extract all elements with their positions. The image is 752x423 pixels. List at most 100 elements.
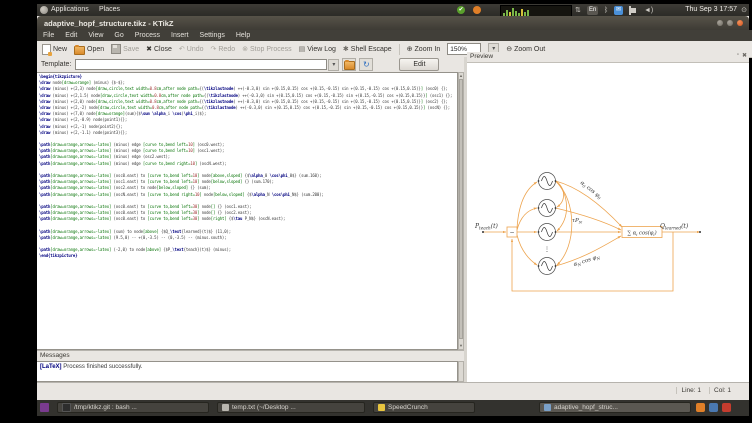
desktop-top-panel: Applications Places ✔ ⇅ En ᛒ ✉ ◄) Thu Se… xyxy=(37,4,749,16)
update-check-icon[interactable]: ✔ xyxy=(457,6,465,14)
undo-button[interactable]: ↶Undo xyxy=(179,45,204,53)
shell-escape-button[interactable]: ✱Shell Escape xyxy=(343,45,392,53)
alpha0-label: α0 cos φ0 xyxy=(579,180,603,201)
maximize-button[interactable] xyxy=(727,20,733,26)
code-line: \end{tikzpicture} xyxy=(39,253,457,259)
battery-icon[interactable] xyxy=(629,6,631,15)
places-menu[interactable]: Places xyxy=(99,6,120,13)
show-desktop-icon[interactable] xyxy=(40,403,49,412)
taskbar-window-textfile[interactable]: temp.txt (~/Desktop ... xyxy=(217,402,365,413)
dock-close-icon[interactable]: ✖ xyxy=(742,52,747,59)
save-button[interactable]: Save xyxy=(111,44,139,54)
redo-button[interactable]: ↷Redo xyxy=(211,45,236,53)
text-editor-icon xyxy=(222,404,229,411)
q-learned-label: Qlearned(t) xyxy=(660,223,689,230)
menu-insert[interactable]: Insert xyxy=(171,32,189,39)
distributor-logo-icon[interactable] xyxy=(40,6,48,14)
bottom-taskbar: /tmp/ktikz.git : bash ... temp.txt (~/De… xyxy=(37,400,749,416)
desktop: Applications Places ✔ ⇅ En ᛒ ✉ ◄) Thu Se… xyxy=(37,4,749,416)
taskbar-window-speedcrunch[interactable]: SpeedCrunch xyxy=(373,402,475,413)
menubar: File Edit View Go Process Insert Setting… xyxy=(37,30,752,41)
stop-process-icon: ⊗ xyxy=(242,45,248,53)
bluetooth-icon[interactable]: ᛒ xyxy=(604,6,608,15)
template-edit-button[interactable]: Edit xyxy=(399,58,439,71)
preview-dock: Preview ▫ ✖ xyxy=(467,52,749,382)
shell-escape-icon: ✱ xyxy=(343,45,349,53)
stop-process-button[interactable]: ⊗Stop Process xyxy=(242,45,292,53)
sum-node: ∑ αi cos(φi) xyxy=(622,227,662,238)
tray-red-icon[interactable] xyxy=(722,403,731,412)
redo-icon: ↷ xyxy=(211,45,217,53)
menu-process[interactable]: Process xyxy=(135,32,160,39)
template-label: Template: xyxy=(41,61,71,68)
zoom-in-button[interactable]: ⊕Zoom In xyxy=(407,45,441,53)
tikz-diagram: − ∑ αi cos(φi) xyxy=(467,63,749,363)
menu-view[interactable]: View xyxy=(88,32,103,39)
code-editor[interactable]: \begin{tikzpicture}\draw node[draw=orang… xyxy=(37,72,458,350)
alphaN-label: αN cos φN xyxy=(573,254,601,269)
log-prefix: [LaTeX] xyxy=(40,364,62,370)
zoom-in-icon: ⊕ xyxy=(407,45,413,53)
save-icon xyxy=(111,44,121,54)
messages-title: Messages xyxy=(40,352,70,359)
preview-title: Preview xyxy=(470,53,493,60)
vertical-dots-label: ⋮ xyxy=(544,246,550,253)
taskbar-window-terminal[interactable]: /tmp/ktikz.git : bash ... xyxy=(57,402,209,413)
new-button[interactable]: New xyxy=(42,44,67,55)
folder-icon xyxy=(344,61,355,70)
close-file-button[interactable]: ✖Close xyxy=(146,45,172,53)
ubuntu-one-icon[interactable] xyxy=(473,6,481,14)
statusbar: Line: 1 Col: 1 xyxy=(37,382,749,401)
keyboard-layout-indicator[interactable]: En xyxy=(587,6,598,15)
session-power-icon[interactable]: ⊙ xyxy=(741,6,747,14)
status-line-indicator: Line: 1 xyxy=(676,387,705,394)
menu-edit[interactable]: Edit xyxy=(65,32,77,39)
editor-scrollbar-thumb[interactable] xyxy=(459,79,463,339)
open-folder-icon xyxy=(74,46,85,55)
screenshot-root: Applications Places ✔ ⇅ En ᛒ ✉ ◄) Thu Se… xyxy=(0,0,752,423)
taskbar-tray xyxy=(696,403,731,412)
volume-icon[interactable]: ◄) xyxy=(644,6,653,15)
template-row: Template: ▾ ↻ Edit xyxy=(37,57,464,72)
taskbar-window-ktikz[interactable]: adaptive_hopf_struc... xyxy=(539,402,691,413)
scroll-down-icon[interactable]: ▼ xyxy=(459,343,463,349)
dock-float-icon[interactable]: ▫ xyxy=(737,52,739,59)
tray-blue-icon[interactable] xyxy=(709,403,718,412)
undo-icon: ↶ xyxy=(179,45,185,53)
template-open-button[interactable] xyxy=(342,58,356,71)
open-button[interactable]: Open xyxy=(74,44,104,55)
preview-canvas: − ∑ αi cos(φi) xyxy=(467,63,749,382)
status-col-indicator: Col: 1 xyxy=(709,387,735,394)
tray-orange-icon[interactable] xyxy=(696,403,705,412)
menu-go[interactable]: Go xyxy=(114,32,123,39)
minimize-button[interactable] xyxy=(717,20,723,26)
network-icon[interactable]: ⇅ xyxy=(575,6,581,15)
minus-label: − xyxy=(509,230,514,237)
messages-log: [LaTeX] Process finished successfully. xyxy=(37,361,458,382)
menu-file[interactable]: File xyxy=(43,32,54,39)
preview-dock-header: Preview ▫ ✖ xyxy=(467,52,749,63)
clock[interactable]: Thu Sep 3 17:57 xyxy=(685,6,737,13)
minus-node: − xyxy=(507,227,517,237)
close-file-icon: ✖ xyxy=(146,45,152,53)
messages-scrollbar[interactable] xyxy=(458,361,464,382)
log-text: Process finished successfully. xyxy=(62,364,143,370)
p-teach-label: Pteach(t) xyxy=(474,223,499,230)
new-document-icon xyxy=(42,44,51,55)
terminal-icon xyxy=(62,403,71,412)
menu-help[interactable]: Help xyxy=(236,32,250,39)
template-input[interactable] xyxy=(75,59,327,70)
menu-settings[interactable]: Settings xyxy=(200,32,225,39)
calculator-icon xyxy=(378,404,385,411)
template-dropdown[interactable]: ▾ xyxy=(328,59,339,71)
window-titlebar[interactable]: adaptive_hopf_structure.tikz - KTikZ xyxy=(37,16,749,31)
window-title: adaptive_hopf_structure.tikz - KTikZ xyxy=(44,19,173,28)
applications-menu[interactable]: Applications xyxy=(51,6,89,13)
template-reload-button[interactable]: ↻ xyxy=(359,58,373,71)
view-log-button[interactable]: ▤View Log xyxy=(299,45,336,53)
close-button[interactable] xyxy=(737,20,743,26)
view-log-icon: ▤ xyxy=(299,45,306,53)
messaging-icon[interactable]: ✉ xyxy=(614,6,623,15)
toolbar-separator xyxy=(399,44,400,55)
ktikz-icon xyxy=(544,404,551,411)
